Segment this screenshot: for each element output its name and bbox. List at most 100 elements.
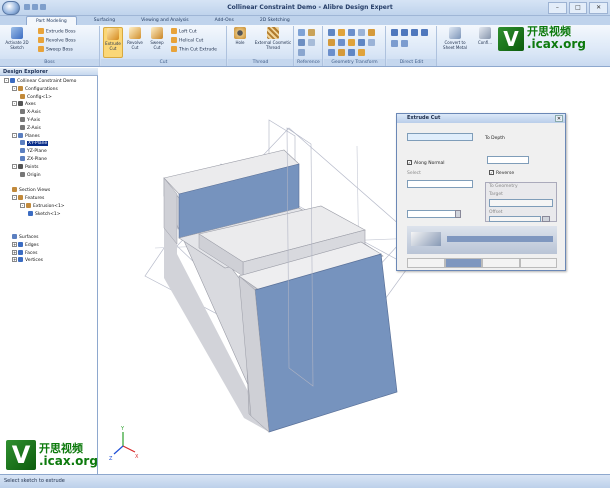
maximize-button[interactable]: □ <box>568 2 588 14</box>
tree-node[interactable]: - Axes <box>12 101 36 108</box>
collapse-icon[interactable]: - <box>20 202 25 208</box>
point-icon[interactable] <box>298 39 305 46</box>
tree-node[interactable]: + Edges <box>12 241 39 249</box>
tree-node[interactable]: ZX-Plane <box>20 156 47 163</box>
offset-field[interactable] <box>489 216 541 222</box>
tree-node[interactable]: Sketch<1> <box>28 210 61 218</box>
tree-node[interactable]: Z-Axis <box>20 124 41 132</box>
reverse-checkbox[interactable]: ✓ Reverse <box>489 170 514 176</box>
axis-icon[interactable] <box>308 29 315 36</box>
chamfer-icon[interactable] <box>348 29 355 36</box>
tree-node[interactable]: Surfaces <box>12 234 39 241</box>
apply-button[interactable] <box>444 258 482 268</box>
collapse-icon[interactable]: - <box>12 101 17 107</box>
pattern-icon[interactable] <box>328 39 335 46</box>
depth-value-field[interactable] <box>487 156 529 164</box>
tree-node[interactable]: Y-Axis <box>20 117 40 124</box>
draft-spinner[interactable] <box>455 210 461 218</box>
tree-node[interactable]: - Extrusion<1> <box>20 202 65 210</box>
tilt-face-icon[interactable] <box>401 40 408 47</box>
plane-icon[interactable] <box>298 29 305 36</box>
sweep-cut-button[interactable]: Sweep Cut <box>147 27 167 50</box>
offset-icon[interactable] <box>348 49 355 56</box>
replace-face-icon[interactable] <box>368 39 375 46</box>
quick-access-toolbar[interactable] <box>24 4 54 12</box>
tab-part-modeling[interactable]: Part Modeling <box>26 16 77 25</box>
draft-icon[interactable] <box>368 29 375 36</box>
convert-sheet-metal-button[interactable]: Convert to Sheet Metal <box>441 27 469 50</box>
rotate-face-icon[interactable] <box>401 29 408 36</box>
help-button[interactable] <box>519 258 557 268</box>
tree-node[interactable]: + Faces <box>12 249 38 257</box>
collapse-icon[interactable]: - <box>12 85 17 91</box>
tree-node[interactable]: YZ-Plane <box>20 148 47 155</box>
cancel-button[interactable] <box>482 258 520 268</box>
shell-icon[interactable] <box>358 29 365 36</box>
extrude-boss-button[interactable]: Extrude Boss <box>38 28 76 35</box>
collapse-icon[interactable]: - <box>12 132 17 138</box>
dialog-close-button[interactable]: ✕ <box>555 115 563 122</box>
external-thread-button[interactable]: External Cosmetic Thread <box>254 27 292 50</box>
move-icon[interactable] <box>348 39 355 46</box>
expand-icon[interactable]: + <box>12 257 17 263</box>
collapse-icon[interactable]: - <box>12 195 17 200</box>
expand-icon[interactable]: + <box>12 249 17 255</box>
tree-node[interactable]: XY-Plane <box>20 140 49 147</box>
move-face-icon[interactable] <box>391 29 398 36</box>
to-depth-label: To Depth <box>485 136 505 141</box>
expand-icon[interactable]: + <box>12 241 17 247</box>
tab-2d-sketching[interactable]: 2D Sketching <box>251 16 299 25</box>
activate-2d-sketch-button[interactable]: Activate 2D Sketch <box>2 27 32 50</box>
tree-node[interactable]: Config<1> <box>20 93 52 101</box>
tree-node[interactable]: - Planes <box>12 132 40 140</box>
along-normal-checkbox[interactable]: ✓ Along Normal <box>407 160 445 166</box>
undo-icon[interactable] <box>32 4 38 10</box>
delete-face-icon[interactable] <box>411 29 418 36</box>
tab-viewing-analysis[interactable]: Viewing and Analysis <box>132 16 198 25</box>
sketch-select-field[interactable] <box>407 133 473 141</box>
minimize-button[interactable]: – <box>548 2 567 14</box>
tree-node[interactable]: Section Views <box>12 187 50 194</box>
thicken-icon[interactable] <box>338 49 345 56</box>
csys-icon[interactable] <box>308 39 315 46</box>
sketch-ref-icon[interactable] <box>298 49 305 56</box>
group-sheet-metal: Convert to Sheet Metal <box>438 26 472 66</box>
collapse-icon[interactable]: - <box>4 78 9 83</box>
helical-cut-button[interactable]: Helical Cut <box>171 37 203 44</box>
ok-button[interactable] <box>407 258 445 268</box>
collapse-icon[interactable]: - <box>12 163 17 169</box>
tab-add-ons[interactable]: Add-Ons <box>206 16 243 25</box>
revolve-boss-button[interactable]: Revolve Boss <box>38 37 76 44</box>
tab-surfacing[interactable]: Surfacing <box>85 16 124 25</box>
tree-node[interactable]: - Features <box>12 195 44 202</box>
tree-node[interactable]: - Collinear Constraint Demo <box>4 78 76 85</box>
offset-spinner[interactable] <box>542 216 550 222</box>
redo-icon[interactable] <box>40 4 46 10</box>
mirror-icon[interactable] <box>328 29 335 36</box>
thin-cut-extrude-button[interactable]: Thin Cut Extrude <box>171 46 217 53</box>
configure-button[interactable]: Confi... <box>475 27 495 45</box>
loft-cut-button[interactable]: Loft Cut <box>171 28 197 35</box>
tree-node[interactable]: + Vertices <box>12 257 43 264</box>
split-icon[interactable] <box>358 39 365 46</box>
revolve-cut-button[interactable]: Revolve Cut <box>125 27 145 50</box>
draft-angle-field[interactable] <box>407 210 457 218</box>
tree-node[interactable]: X-Axis <box>20 109 41 116</box>
rib-icon[interactable] <box>358 49 365 56</box>
combine-icon[interactable] <box>328 49 335 56</box>
application-menu-button[interactable] <box>2 1 20 15</box>
extrude-cut-button[interactable]: Extrude Cut <box>103 27 123 58</box>
hole-button[interactable]: Hole <box>230 27 250 45</box>
close-button[interactable]: ✕ <box>589 2 609 14</box>
scale-icon[interactable] <box>338 39 345 46</box>
tree-node[interactable]: - Points <box>12 163 39 171</box>
offset-face-icon[interactable] <box>391 40 398 47</box>
resize-face-icon[interactable] <box>421 29 428 36</box>
sweep-boss-button[interactable]: Sweep Boss <box>38 46 73 53</box>
direction-select-field[interactable] <box>407 180 473 188</box>
tree-node[interactable]: Origin <box>20 171 41 179</box>
target-field[interactable] <box>489 199 553 207</box>
fillet-icon[interactable] <box>338 29 345 36</box>
save-icon[interactable] <box>24 4 30 10</box>
tree-node[interactable]: - Configurations <box>12 85 58 93</box>
